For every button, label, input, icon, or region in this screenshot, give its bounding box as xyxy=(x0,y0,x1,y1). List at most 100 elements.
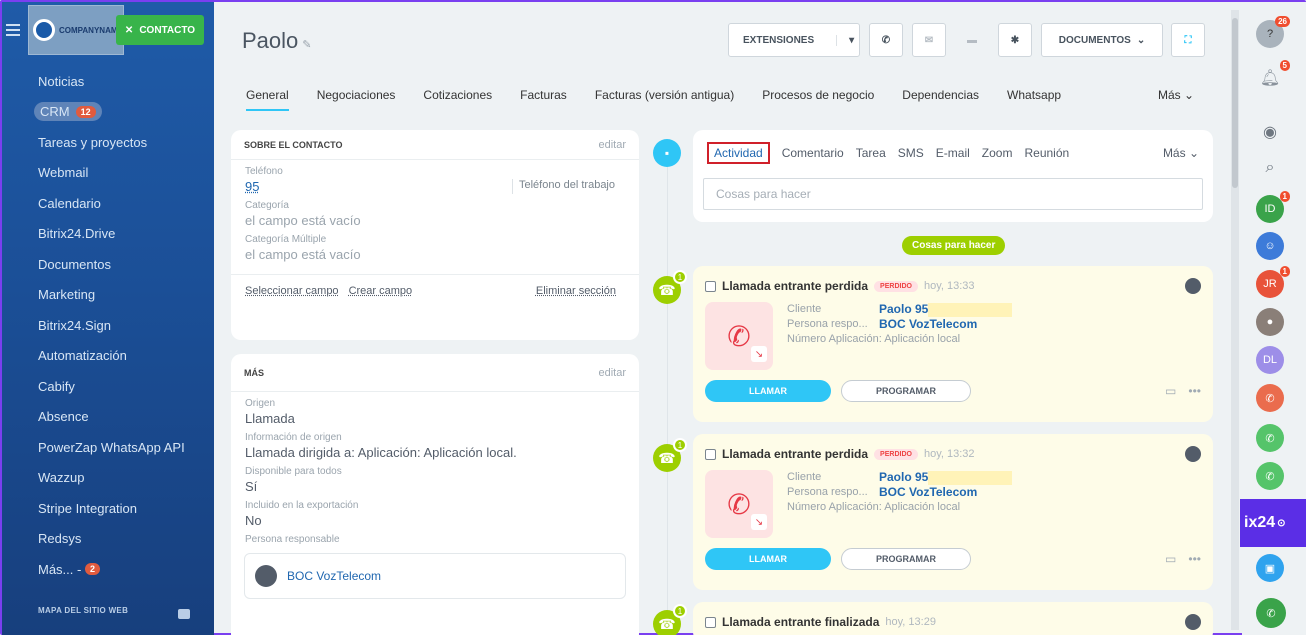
phone-icon[interactable]: ✆ xyxy=(1256,424,1284,452)
tab-dependencias[interactable]: Dependencias xyxy=(902,88,979,102)
tab-general[interactable]: General xyxy=(246,88,289,111)
tab-facturas-antigua[interactable]: Facturas (versión antigua) xyxy=(595,88,734,102)
create-field-link[interactable]: Crear campo xyxy=(349,285,413,297)
scroll-thumb[interactable] xyxy=(1232,18,1238,188)
tabs-more-button[interactable]: Más ⌄ xyxy=(1158,88,1194,102)
sidebar-item-absence[interactable]: Absence xyxy=(2,402,214,433)
close-contact-button[interactable]: ✕ CONTACTO xyxy=(116,15,204,45)
responsible-person[interactable]: BOC VozTelecom xyxy=(244,553,626,599)
sidebar-item-wazzup[interactable]: Wazzup xyxy=(2,463,214,494)
owner-avatar[interactable] xyxy=(1185,446,1201,462)
page-scrollbar[interactable] xyxy=(1231,10,1239,630)
field-label: Persona responsable xyxy=(245,534,340,545)
done-checkbox[interactable] xyxy=(705,280,716,292)
call-item: Llamada entrante perdida PERDIDO hoy, 13… xyxy=(693,434,1213,590)
tab-zoom[interactable]: Zoom xyxy=(982,146,1013,160)
schedule-button[interactable]: PROGRAMAR xyxy=(841,548,971,570)
sidebar-menu: Noticias CRM 12 Tareas y proyectos Webmai… xyxy=(2,66,214,585)
bell-icon[interactable]: 🔔︎ 5 xyxy=(1256,60,1290,92)
tab-sms[interactable]: SMS xyxy=(898,146,924,160)
edit-pencil-icon[interactable]: ✎ xyxy=(302,39,311,51)
sidebar-item-webmail[interactable]: Webmail xyxy=(2,158,214,189)
todo-input[interactable]: Cosas para hacer xyxy=(703,178,1203,210)
edit-link[interactable]: editar xyxy=(598,139,626,151)
avatar[interactable]: JR 1 xyxy=(1256,266,1290,298)
info-label: Cliente xyxy=(787,471,822,483)
responsible-link[interactable]: BOC VozTelecom xyxy=(879,317,977,332)
sidebar-item-drive[interactable]: Bitrix24.Drive xyxy=(2,219,214,250)
phone-icon[interactable]: ✆ xyxy=(1256,384,1284,412)
tab-negociaciones[interactable]: Negociaciones xyxy=(317,88,396,102)
more-dots-icon[interactable]: ••• xyxy=(1188,384,1201,398)
tab-actividad[interactable]: Actividad xyxy=(707,142,770,164)
tab-cotizaciones[interactable]: Cotizaciones xyxy=(423,88,492,102)
note-icon[interactable]: ▭ xyxy=(1165,384,1176,398)
printer-icon[interactable] xyxy=(178,609,190,619)
avatar[interactable]: ID 1 xyxy=(1256,191,1290,223)
timeline-icon[interactable]: ◉ xyxy=(1256,118,1284,146)
mail-icon[interactable]: ✉ xyxy=(912,23,946,57)
avatar[interactable]: DL xyxy=(1256,346,1284,374)
client-name: Paolo 95 xyxy=(879,302,929,316)
phone-icon[interactable]: ✆ xyxy=(869,23,903,57)
extensions-button[interactable]: EXTENSIONES ▾ xyxy=(728,23,860,57)
delete-section-link[interactable]: Eliminar sección xyxy=(536,285,616,297)
activity-more-button[interactable]: Más ⌄ xyxy=(1163,146,1199,160)
company-logo[interactable]: COMPANYNAME xyxy=(28,5,124,55)
info-label: Persona respo... xyxy=(787,318,868,330)
sidebar-item-noticias[interactable]: Noticias xyxy=(2,66,214,97)
select-field-link[interactable]: Seleccionar campo xyxy=(245,285,339,297)
call-button[interactable]: LLAMAR xyxy=(705,380,831,402)
gear-icon[interactable]: ✱ xyxy=(998,23,1032,57)
sidebar-item-sign[interactable]: Bitrix24.Sign xyxy=(2,310,214,341)
menu-icon[interactable] xyxy=(6,24,20,36)
tab-reunion[interactable]: Reunión xyxy=(1024,146,1069,160)
done-checkbox[interactable] xyxy=(705,616,716,628)
phone-icon[interactable]: ✆ xyxy=(1256,462,1284,490)
group-chat-icon[interactable]: ☺ xyxy=(1256,232,1284,260)
sidebar-item-stripe[interactable]: Stripe Integration xyxy=(2,493,214,524)
done-checkbox[interactable] xyxy=(705,448,716,460)
sidebar-item-documentos[interactable]: Documentos xyxy=(2,249,214,280)
sidebar-item-calendario[interactable]: Calendario xyxy=(2,188,214,219)
sidebar-item-crm[interactable]: CRM 12 xyxy=(2,97,214,128)
note-icon[interactable]: ▭ xyxy=(1165,552,1176,566)
sidebar-item-marketing[interactable]: Marketing xyxy=(2,280,214,311)
phone-value[interactable]: 95 xyxy=(231,179,259,194)
tab-comentario[interactable]: Comentario xyxy=(782,146,844,160)
sidebar-item-tareas[interactable]: Tareas y proyectos xyxy=(2,127,214,158)
sidebar-item-powerzap[interactable]: PowerZap WhatsApp API xyxy=(2,432,214,463)
bitrix24-widget[interactable]: ix24 ⊙ xyxy=(1240,499,1306,547)
more-dots-icon[interactable]: ••• xyxy=(1188,552,1201,566)
tab-whatsapp[interactable]: Whatsapp xyxy=(1007,88,1061,102)
tab-email[interactable]: E-mail xyxy=(936,146,970,160)
sidebar-item-redsys[interactable]: Redsys xyxy=(2,524,214,555)
owner-avatar[interactable] xyxy=(1185,614,1201,630)
redacted-mark xyxy=(928,302,1013,317)
documents-button[interactable]: DOCUMENTOS ⌄ xyxy=(1041,23,1163,57)
tab-facturas[interactable]: Facturas xyxy=(520,88,567,102)
sidebar-item-automatizacion[interactable]: Automatización xyxy=(2,341,214,372)
tab-procesos[interactable]: Procesos de negocio xyxy=(762,88,874,102)
chat-icon[interactable]: ▬ xyxy=(955,23,989,57)
sidebar-item-cabify[interactable]: Cabify xyxy=(2,371,214,402)
sidebar-item-mas[interactable]: Más... - 2 xyxy=(2,554,214,585)
client-link[interactable]: Paolo 95 xyxy=(879,470,1013,485)
tab-tarea[interactable]: Tarea xyxy=(856,146,886,160)
openlines-icon[interactable]: ▣ xyxy=(1256,554,1284,582)
owner-avatar[interactable] xyxy=(1185,278,1201,294)
avatar-initials: JR xyxy=(1263,278,1277,290)
client-link[interactable]: Paolo 95 xyxy=(879,302,1013,317)
avatar[interactable]: ● xyxy=(1256,308,1284,336)
field-label: Categoría xyxy=(245,200,289,211)
responsible-link[interactable]: BOC VozTelecom xyxy=(879,485,977,500)
edit-link[interactable]: editar xyxy=(598,367,626,379)
fullscreen-icon[interactable]: ⛶ xyxy=(1171,23,1205,57)
contact-button-label: CONTACTO xyxy=(139,24,196,36)
help-icon[interactable]: ? 26 xyxy=(1256,16,1290,48)
call-button[interactable]: LLAMAR xyxy=(705,548,831,570)
search-icon[interactable]: ⌕ xyxy=(1256,154,1284,182)
schedule-button[interactable]: PROGRAMAR xyxy=(841,380,971,402)
sitemap-link[interactable]: MAPA DEL SITIO WEB xyxy=(38,606,128,615)
call-button-icon[interactable]: ✆ xyxy=(1256,598,1286,628)
